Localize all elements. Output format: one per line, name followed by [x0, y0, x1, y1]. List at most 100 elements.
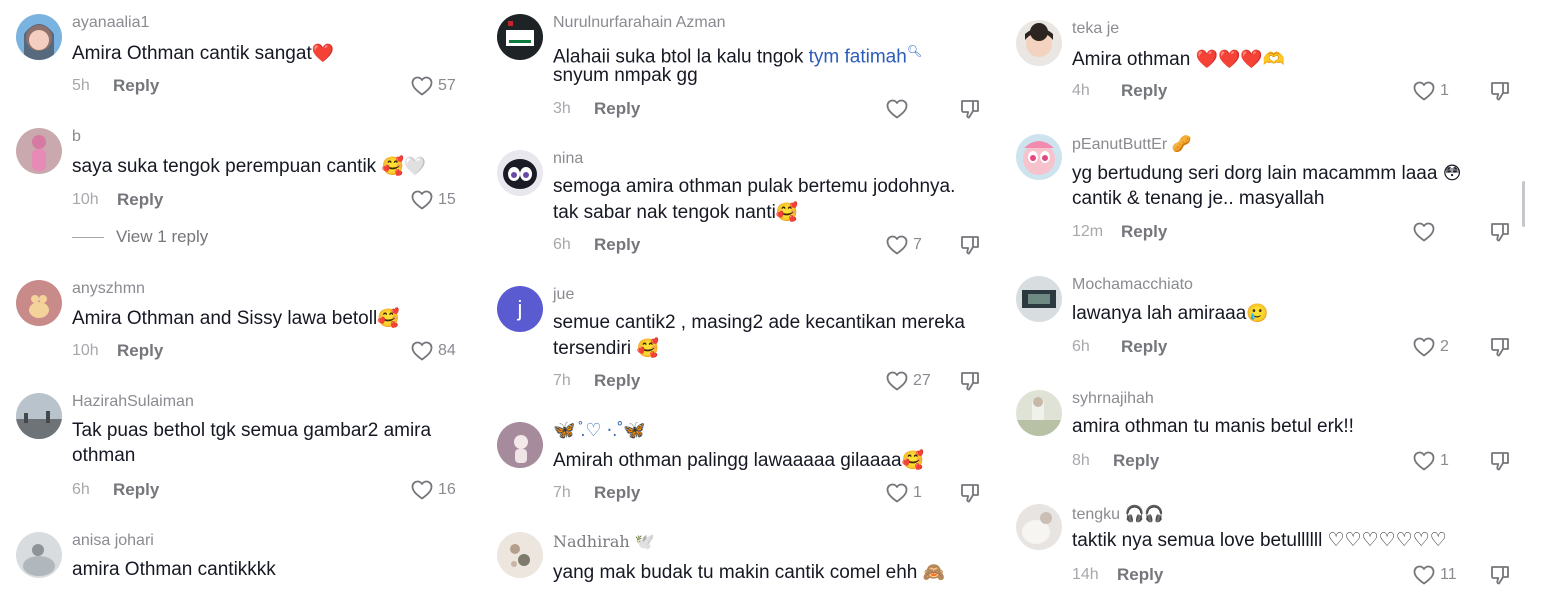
comment-username[interactable]: anyszhmn: [72, 280, 145, 298]
like-button[interactable]: 2: [1412, 335, 1449, 359]
avatar[interactable]: [16, 280, 62, 326]
reply-button[interactable]: Reply: [594, 371, 640, 391]
dislike-button[interactable]: [1488, 563, 1512, 587]
comment-username[interactable]: syhrnajihah: [1072, 390, 1154, 408]
heart-outline-icon: [885, 97, 909, 121]
comment-text: taktik nya semua love betullllll ♡♡♡♡♡♡♡: [1072, 530, 1447, 551]
comment-username[interactable]: pEanutButtEr 🥜: [1072, 134, 1192, 154]
comment-item: nina semoga amira othman pulak bertemu j…: [497, 150, 987, 260]
comment-username[interactable]: nina: [553, 150, 583, 168]
avatar[interactable]: [1016, 134, 1062, 180]
like-button[interactable]: [1412, 220, 1440, 244]
reply-button[interactable]: Reply: [1117, 565, 1163, 585]
like-button[interactable]: 57: [410, 74, 456, 98]
avatar[interactable]: [16, 128, 62, 174]
comment-text: amira Othman cantikkkk: [72, 559, 276, 580]
comment-username[interactable]: Nadhirah 🕊️: [553, 532, 655, 551]
comment-time: 3h: [553, 100, 571, 117]
reply-button[interactable]: Reply: [594, 483, 640, 503]
heart-outline-icon: [1412, 563, 1436, 587]
like-button[interactable]: 15: [410, 188, 456, 212]
reply-button[interactable]: Reply: [1121, 222, 1167, 242]
dislike-button[interactable]: [1488, 449, 1512, 473]
comment-username[interactable]: jue: [553, 286, 574, 304]
avatar[interactable]: [1016, 390, 1062, 436]
heart-outline-icon: [1412, 449, 1436, 473]
avatar[interactable]: [16, 393, 62, 439]
reply-button[interactable]: Reply: [117, 341, 163, 361]
view-replies-button[interactable]: View 1 reply: [72, 227, 208, 247]
like-button[interactable]: 1: [1412, 79, 1449, 103]
like-button[interactable]: [885, 97, 913, 121]
dislike-button[interactable]: [958, 233, 982, 257]
reply-button[interactable]: Reply: [113, 480, 159, 500]
dislike-button[interactable]: [958, 369, 982, 393]
divider: [72, 236, 104, 238]
like-count: 7: [913, 236, 922, 253]
avatar[interactable]: [1016, 20, 1062, 66]
like-count: 1: [913, 484, 922, 501]
comment-time: 7h: [553, 484, 571, 501]
avatar[interactable]: [497, 532, 543, 578]
avatar[interactable]: [497, 150, 543, 196]
dislike-button[interactable]: [958, 481, 982, 505]
comment-username[interactable]: Nurulnurfarahain Azman: [553, 14, 726, 32]
smiling-tear-emoji: 🥲: [1246, 303, 1269, 323]
like-button[interactable]: 7: [885, 233, 922, 257]
like-button[interactable]: 27: [885, 369, 931, 393]
reply-button[interactable]: Reply: [594, 99, 640, 119]
avatar[interactable]: [16, 532, 62, 578]
like-button[interactable]: 1: [1412, 449, 1449, 473]
comment-text-body: tak sabar nak tengok nanti: [553, 202, 776, 223]
comment-username[interactable]: 🦋 ̊.♡ ⋅.˚🦋: [553, 420, 646, 441]
comment-username[interactable]: HazirahSulaiman: [72, 393, 194, 411]
comment-column-1: ayanaalia1 Amira Othman cantik sangat❤️ …: [16, 0, 466, 616]
comment-text-line2: snyum nmpak gg: [553, 65, 698, 86]
comment-username[interactable]: teka je: [1072, 20, 1119, 38]
comment-text-line2: cantik & tenang je.. masyallah: [1072, 188, 1325, 209]
avatar[interactable]: [497, 422, 543, 468]
like-button[interactable]: 16: [410, 478, 456, 502]
comment-time: 4h: [1072, 82, 1090, 99]
comment-username[interactable]: ayanaalia1: [72, 14, 149, 32]
like-button[interactable]: 11: [1412, 563, 1457, 587]
like-button[interactable]: 1: [885, 481, 922, 505]
like-count: 1: [1440, 452, 1449, 469]
avatar[interactable]: [497, 14, 543, 60]
reply-button[interactable]: Reply: [117, 190, 163, 210]
comment-username[interactable]: anisa johari: [72, 532, 154, 550]
comment-item: anyszhmn Amira Othman and Sissy lawa bet…: [16, 280, 466, 376]
dislike-button[interactable]: [1488, 220, 1512, 244]
reply-button[interactable]: Reply: [594, 235, 640, 255]
avatar[interactable]: [1016, 276, 1062, 322]
like-count: 15: [438, 191, 456, 208]
see-no-evil-monkey-emoji: 🙈: [922, 562, 946, 582]
comment-time: 6h: [553, 236, 571, 253]
dislike-button[interactable]: [1488, 79, 1512, 103]
reply-button[interactable]: Reply: [113, 76, 159, 96]
comment-item: HazirahSulaiman Tak puas bethol tgk semu…: [16, 393, 466, 508]
reply-button[interactable]: Reply: [1113, 451, 1159, 471]
comment-time: 6h: [1072, 338, 1090, 355]
comment-username[interactable]: b: [72, 128, 81, 146]
comment-text: yang mak budak tu makin cantik comel ehh…: [553, 559, 945, 586]
heart-outline-icon: [410, 478, 434, 502]
reply-button[interactable]: Reply: [1121, 337, 1167, 357]
comment-text-body: yang mak budak tu makin cantik comel ehh: [553, 562, 918, 583]
avatar[interactable]: [1016, 504, 1062, 550]
dislike-button[interactable]: [1488, 335, 1512, 359]
like-button[interactable]: 84: [410, 339, 456, 363]
comment-username[interactable]: tengku 🎧🎧: [1072, 504, 1164, 524]
comment-time: 6h: [72, 481, 90, 498]
search-icon[interactable]: 🔍︎: [907, 44, 922, 58]
mention-link[interactable]: tym fatimah: [809, 46, 907, 67]
avatar[interactable]: j: [497, 286, 543, 332]
scrollbar[interactable]: [1522, 181, 1525, 227]
avatar[interactable]: [16, 14, 62, 60]
dislike-button[interactable]: [958, 97, 982, 121]
reply-button[interactable]: Reply: [1121, 81, 1167, 101]
comment-text-body: Amirah othman palingg lawaaaaa gilaaaa: [553, 450, 902, 471]
comment-text: saya suka tengok perempuan cantik 🥰🤍: [72, 153, 426, 180]
comment-text-body: Amira Othman and Sissy lawa betoll: [72, 308, 378, 329]
comment-username[interactable]: Mochamacchiato: [1072, 276, 1193, 294]
